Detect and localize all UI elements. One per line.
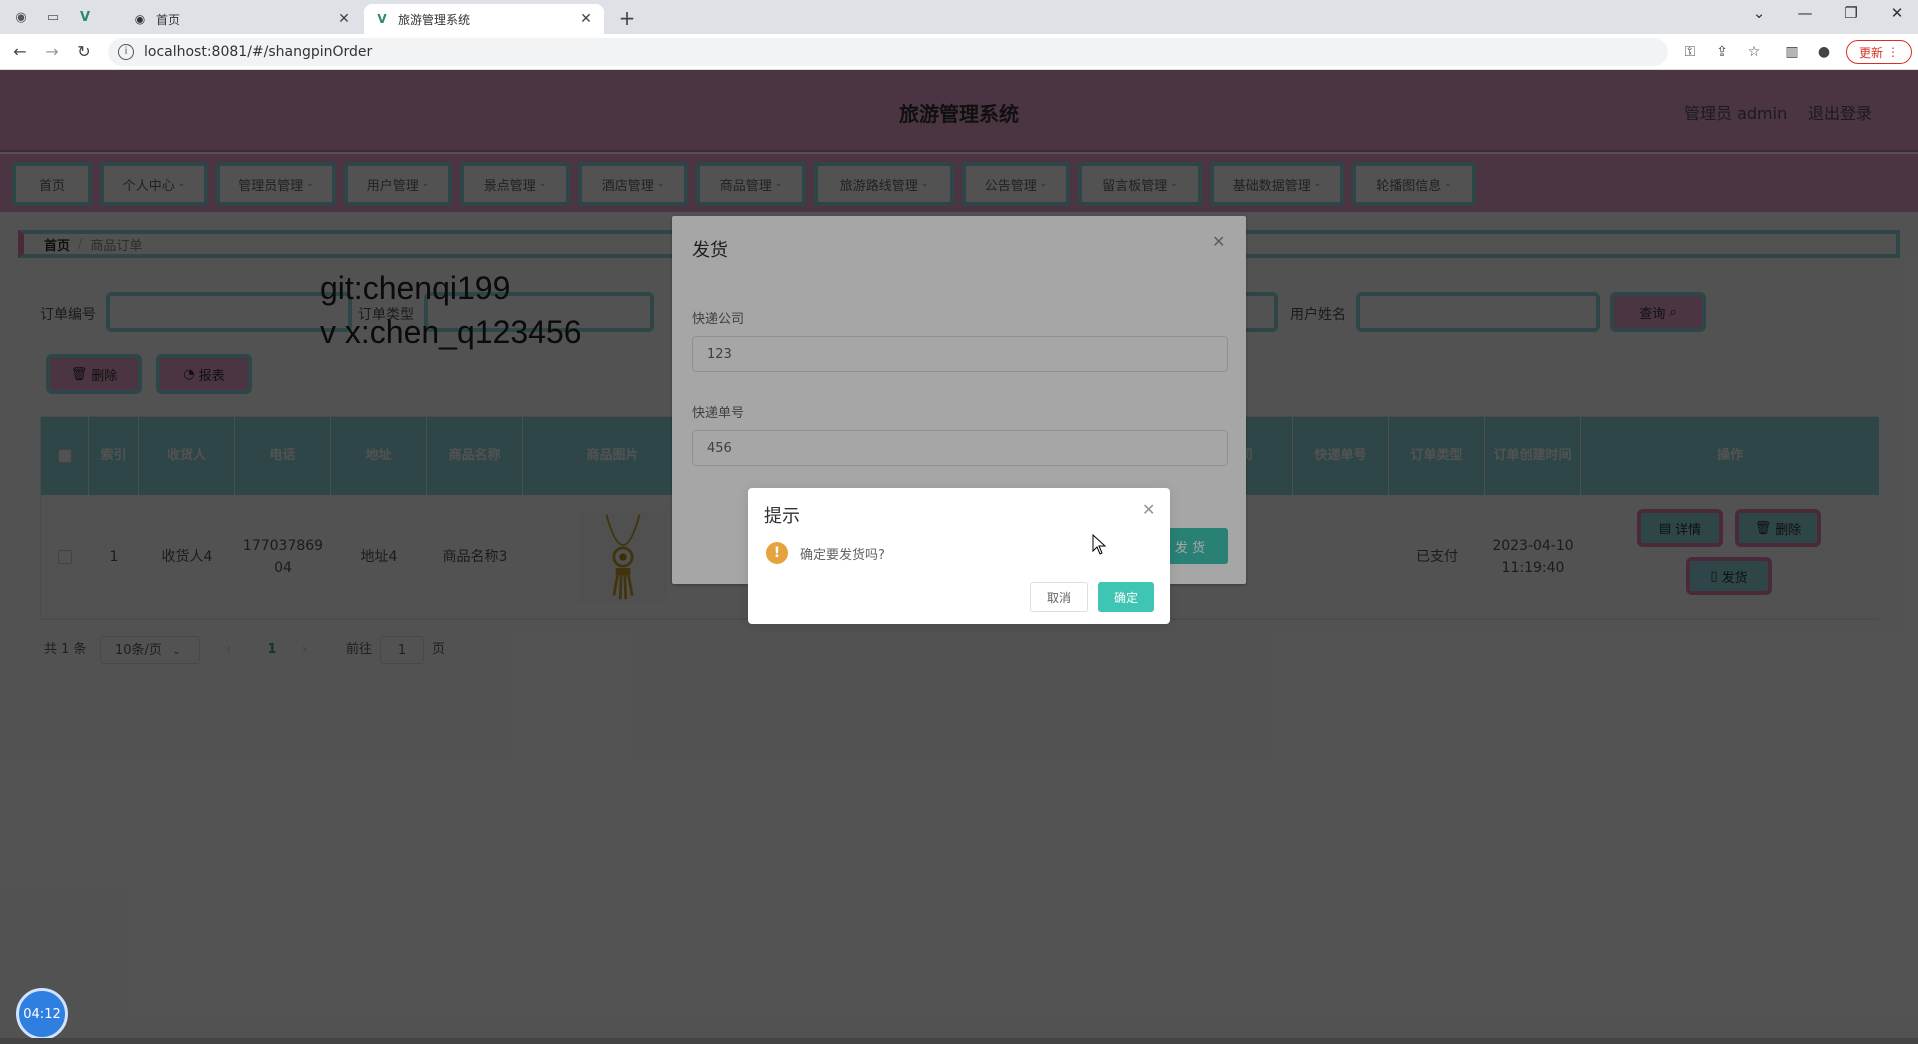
tab-title: 首页 [156, 12, 181, 27]
confirm-message: 确定要发货吗? [800, 548, 885, 563]
tab-list-icon[interactable]: ⌄ [1744, 4, 1774, 22]
update-label: 更新 [1858, 45, 1883, 60]
key-icon[interactable]: ⚿ [1680, 42, 1700, 62]
reload-icon[interactable]: ↻ [74, 42, 94, 62]
profile-icon[interactable]: ● [1814, 42, 1834, 62]
star-icon[interactable]: ☆ [1744, 42, 1764, 62]
tab-close-icon[interactable]: ✕ [578, 11, 594, 27]
vue-icon: V [377, 12, 387, 26]
address-bar: ← → ↻ i localhost:8081/#/shangpinOrder ⚿… [0, 34, 1918, 70]
tab-home[interactable]: ◉ 首页 ✕ [122, 4, 362, 34]
share-icon[interactable]: ⇪ [1712, 42, 1732, 62]
tab-close-icon[interactable]: ✕ [336, 11, 352, 27]
back-icon[interactable]: ← [10, 42, 30, 62]
confirm-dialog: 提示 ✕ ! 确定要发货吗? 取消 确定 [748, 488, 1170, 624]
restore-icon[interactable]: ❐ [1836, 4, 1866, 22]
url-text: localhost:8081/#/shangpinOrder [144, 44, 373, 60]
browser-tabbar: ◉ ▭ V ◉ 首页 ✕ V 旅游管理系统 ✕ + ⌄ — ❐ ✕ [0, 0, 1918, 34]
sidepanel-icon[interactable]: ▥ [1782, 42, 1802, 62]
confirm-title: 提示 [764, 506, 800, 527]
tab-title: 旅游管理系统 [398, 12, 471, 27]
update-button[interactable]: 更新 ⋮ [1846, 40, 1912, 64]
tab-blank-icon[interactable]: ▭ [42, 6, 64, 28]
info-icon[interactable]: i [118, 44, 134, 60]
close-icon[interactable]: ✕ [1142, 500, 1155, 519]
recording-timer[interactable]: 04:12 [16, 988, 68, 1040]
forward-icon[interactable]: → [42, 42, 62, 62]
mouse-cursor-icon [1092, 534, 1107, 555]
tab-vue-icon[interactable]: V [74, 6, 96, 28]
globe-icon: ◉ [134, 12, 146, 26]
bottom-strip [0, 1038, 1918, 1044]
cancel-button[interactable]: 取消 [1030, 582, 1088, 612]
confirm-ok-button[interactable]: 确定 [1098, 582, 1154, 612]
window-close-icon[interactable]: ✕ [1882, 4, 1912, 22]
url-input[interactable]: i localhost:8081/#/shangpinOrder [108, 38, 1668, 66]
new-tab-icon[interactable]: + [616, 6, 638, 30]
tab-favicon-icon[interactable]: ◉ [10, 6, 32, 28]
more-icon: ⋮ [1887, 45, 1899, 59]
tab-system[interactable]: V 旅游管理系统 ✕ [364, 4, 604, 34]
warning-icon: ! [766, 542, 788, 564]
minimize-icon[interactable]: — [1790, 4, 1820, 22]
